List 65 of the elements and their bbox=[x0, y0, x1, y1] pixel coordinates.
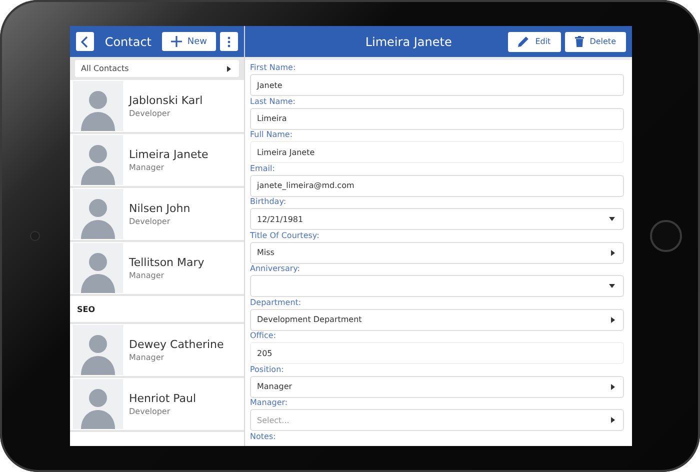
caret-down-icon bbox=[609, 284, 615, 288]
field-label: Full Name: bbox=[250, 130, 294, 140]
filter-dropdown[interactable]: All Contacts bbox=[75, 60, 239, 77]
select-field[interactable]: Manager bbox=[250, 376, 624, 398]
contact-role: Developer bbox=[129, 217, 172, 226]
photo-placeholder bbox=[73, 135, 123, 185]
pencil-icon bbox=[518, 36, 530, 47]
contact-role: Developer bbox=[129, 109, 172, 118]
field-label: Office: bbox=[250, 331, 278, 341]
field-label: Notes: bbox=[250, 432, 277, 442]
contact-item[interactable]: Henriot Paul Developer bbox=[70, 378, 244, 432]
back-button[interactable] bbox=[76, 32, 94, 51]
contact-item[interactable]: Jablonski Karl Developer bbox=[70, 80, 244, 134]
trash-icon bbox=[574, 36, 584, 47]
text-field[interactable]: janete_limeira@md.com bbox=[250, 174, 624, 196]
field-label: Anniversary: bbox=[250, 264, 301, 274]
text-field[interactable]: Limeira bbox=[250, 108, 624, 130]
text-field[interactable]: 205 bbox=[250, 342, 624, 364]
more-icon bbox=[227, 36, 231, 48]
edit-button[interactable]: Edit bbox=[508, 32, 561, 52]
date-picker[interactable]: 12/21/1981 bbox=[250, 208, 624, 230]
text-field[interactable]: Janete bbox=[250, 74, 624, 96]
contact-role: Manager bbox=[129, 271, 166, 280]
caret-right-icon bbox=[611, 316, 615, 322]
photo-placeholder bbox=[73, 243, 123, 293]
contact-role: Manager bbox=[129, 163, 166, 172]
field-label: Title Of Courtesy: bbox=[250, 230, 320, 240]
new-button[interactable]: New bbox=[162, 32, 216, 51]
caret-right-icon bbox=[227, 66, 231, 72]
contact-name: Dewey Catherine bbox=[129, 338, 224, 351]
contact-name: Nilsen John bbox=[129, 202, 190, 215]
text-field[interactable]: Limeira Janete bbox=[250, 141, 624, 163]
contact-role: Developer bbox=[129, 407, 172, 416]
photo-placeholder bbox=[73, 325, 123, 375]
photo-placeholder bbox=[73, 379, 123, 429]
caret-right-icon bbox=[611, 250, 615, 256]
contact-name: Tellitson Mary bbox=[129, 256, 204, 269]
caret-right-icon bbox=[611, 384, 615, 390]
contact-item[interactable]: Limeira Janete Manager bbox=[70, 134, 244, 188]
field-label: Last Name: bbox=[250, 96, 297, 106]
list-title: Contact bbox=[104, 34, 153, 48]
field-label: Manager: bbox=[250, 398, 289, 408]
contact-item[interactable]: Dewey Catherine Manager bbox=[70, 324, 244, 378]
contact-item[interactable]: Tellitson Mary Manager bbox=[70, 242, 244, 296]
field-label: Birthday: bbox=[250, 197, 288, 207]
field-label: Department: bbox=[250, 298, 302, 308]
back-icon bbox=[81, 36, 89, 48]
field-label: Position: bbox=[250, 364, 285, 374]
more-button[interactable] bbox=[220, 32, 238, 51]
contact-item[interactable]: Nilsen John Developer bbox=[70, 188, 244, 242]
photo-placeholder bbox=[73, 189, 123, 239]
caret-down-icon bbox=[609, 217, 615, 221]
plus-icon bbox=[171, 36, 182, 47]
contact-name: Jablonski Karl bbox=[129, 94, 203, 107]
select-field[interactable]: Development Department bbox=[250, 308, 624, 330]
contact-name: Limeira Janete bbox=[129, 148, 208, 161]
contact-role: Manager bbox=[129, 353, 166, 362]
contact-name: Henriot Paul bbox=[129, 392, 196, 405]
field-label: Email: bbox=[250, 164, 276, 174]
detail-title: Limeira Janete bbox=[364, 34, 453, 48]
field-label: First Name: bbox=[250, 63, 297, 73]
select-field[interactable]: Miss bbox=[250, 242, 624, 264]
camera-icon bbox=[30, 231, 40, 241]
delete-button[interactable]: Delete bbox=[564, 32, 626, 52]
caret-right-icon bbox=[611, 417, 615, 423]
